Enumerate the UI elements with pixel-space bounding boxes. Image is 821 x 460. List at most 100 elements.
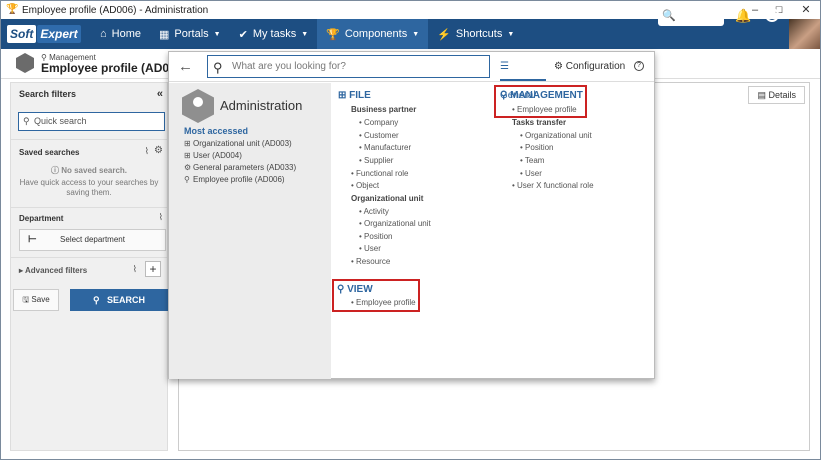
nav-components[interactable]: 🏆 Components ▼ [317, 19, 429, 49]
gear-icon: ⚙ [184, 163, 192, 172]
nav-my-tasks[interactable]: ✔ My tasks ▼ [230, 19, 318, 49]
nav-components-label: Components [344, 28, 408, 40]
nav-shortcuts[interactable]: ⚡ Shortcuts ▼ [428, 19, 523, 49]
most-accessed-item[interactable]: ⚲ Employee profile (AD006) [184, 175, 285, 184]
no-saved-text: No saved search. [61, 166, 128, 175]
broom-icon[interactable]: ⌇ [159, 212, 163, 223]
menu-item-user-x-functional-role[interactable]: • User X functional role [512, 181, 594, 190]
components-dropdown: ← ⚲ What are you looking for? ☰ General … [168, 51, 655, 379]
window-title: Employee profile (AD006) - Administratio… [22, 4, 209, 16]
most-accessed-label-0: Organizational unit (AD003) [193, 139, 292, 148]
plus-box-icon: ⊞ [338, 90, 350, 101]
logo-soft: Soft [7, 25, 37, 43]
search-filters-header: Search filters « [11, 85, 167, 103]
broom-icon[interactable]: ⌇ [145, 146, 149, 157]
nav-shortcuts-label: Shortcuts [455, 28, 503, 40]
menu-item-position[interactable]: • Position [359, 232, 393, 241]
menu-item-label: Position [364, 232, 393, 241]
most-accessed-item[interactable]: ⊞ User (AD004) [184, 151, 242, 160]
menu-item-activity[interactable]: • Activity [359, 207, 389, 216]
app-window: 🏆 Employee profile (AD006) - Administrat… [0, 0, 821, 460]
saved-searches-label: Saved searches [19, 148, 80, 157]
bell-icon[interactable]: 🔔 [735, 8, 751, 24]
lightning-icon: ⚡ [437, 28, 451, 41]
tab-configuration-label: Configuration [565, 61, 626, 72]
most-accessed-label-3: Employee profile (AD006) [193, 175, 285, 184]
help-icon[interactable]: ? [765, 8, 779, 22]
help-icon[interactable]: ? [634, 61, 644, 71]
menu-item-tt-team[interactable]: • Team [520, 156, 544, 165]
quick-search-placeholder: Quick search [34, 116, 87, 126]
management-heading-label: MANAGEMENT [510, 90, 583, 101]
search-icon: ⚲ [92, 295, 103, 305]
menu-item-organizational-unit[interactable]: • Organizational unit [359, 219, 431, 228]
menu-item-label: Employee profile [517, 105, 577, 114]
save-label: Save [31, 295, 50, 304]
menu-item-label: Functional role [356, 169, 409, 178]
menu-item-user[interactable]: • User [359, 244, 381, 253]
menu-group-business-partner: Business partner [351, 105, 417, 114]
menu-item-resource[interactable]: • Resource [351, 257, 390, 266]
menu-item-label: Customer [364, 131, 399, 140]
broom-icon[interactable]: ⌇ [133, 264, 137, 275]
search-icon: ⚲ [23, 116, 30, 126]
most-accessed-item[interactable]: ⚙ General parameters (AD033) [184, 163, 296, 172]
search-button-label: SEARCH [107, 295, 146, 305]
menu-item-label: Activity [363, 207, 389, 216]
menu-item-manufacturer[interactable]: • Manufacturer [359, 143, 411, 152]
grid-icon: ▦ [159, 28, 170, 41]
menu-item-tt-position[interactable]: • Position [520, 143, 554, 152]
nav-portals[interactable]: ▦ Portals ▼ [150, 19, 230, 49]
advanced-filters-section[interactable]: ▸ Advanced filters ⌇ + [11, 257, 167, 281]
select-department-button[interactable]: ⊢ Select department [19, 229, 166, 251]
menu-item-label: User [525, 169, 542, 178]
component-title: Administration [220, 98, 303, 113]
details-label: Details [768, 90, 796, 100]
employee-profile-icon [16, 53, 34, 73]
most-accessed-label-1: User (AD004) [193, 151, 242, 160]
nav-portals-label: Portals [174, 28, 209, 40]
softexpert-logo[interactable]: Soft Expert [7, 23, 81, 45]
menu-item-object[interactable]: • Object [351, 181, 379, 190]
menu-group-organizational-unit: Organizational unit [351, 194, 424, 203]
chevron-down-icon: ▼ [412, 30, 420, 38]
search-button[interactable]: ⚲ SEARCH [70, 289, 168, 311]
list-icon: ☰ [500, 61, 509, 72]
menu-item-customer[interactable]: • Customer [359, 131, 399, 140]
back-arrow-icon[interactable]: ← [178, 58, 193, 75]
dropdown-toolbar: ← ⚲ What are you looking for? ☰ General … [169, 52, 654, 101]
menu-item-label: User X functional role [517, 181, 594, 190]
most-accessed-item[interactable]: ⊞ Organizational unit (AD003) [184, 139, 292, 148]
plus-box-icon: ⊞ [184, 139, 191, 148]
no-saved-hint-1: Have quick access to your searches by [19, 178, 159, 187]
global-search-input[interactable]: 🔍 [658, 7, 724, 26]
menu-item-tt-user[interactable]: • User [520, 169, 542, 178]
nav-home[interactable]: ⌂ Home [91, 19, 150, 49]
gear-icon[interactable]: ⚙ [154, 145, 163, 156]
component-search-input[interactable]: ⚲ What are you looking for? [207, 55, 490, 78]
component-info-panel: Administration Most accessed ⊞ Organizati… [169, 83, 331, 379]
menu-item-label: Team [524, 156, 545, 165]
menu-item-company[interactable]: • Company [359, 118, 398, 127]
gear-icon: ⚙ [554, 61, 566, 72]
advanced-filters-text: Advanced filters [24, 266, 88, 275]
no-saved-hint-2: saving them. [66, 188, 112, 197]
menu-item-employee-profile[interactable]: • Employee profile [512, 105, 577, 114]
avatar[interactable] [789, 19, 820, 49]
add-filter-button[interactable]: + [145, 261, 161, 277]
menu-item-label: Object [356, 181, 380, 190]
pin-icon: ⚲ [500, 90, 511, 101]
save-button[interactable]: 🖫 Save [13, 289, 59, 311]
quick-search-input[interactable]: ⚲ Quick search [18, 112, 165, 131]
close-button[interactable]: ✕ [795, 1, 817, 19]
menu-item-tt-organizational-unit[interactable]: • Organizational unit [520, 131, 592, 140]
search-icon: ⚲ [213, 60, 223, 75]
details-tab[interactable]: ▤ Details [748, 86, 805, 104]
tab-general[interactable]: ☰ General [500, 52, 546, 101]
menu-item-functional-role[interactable]: • Functional role [351, 169, 409, 178]
menu-item-employee-profile-view[interactable]: • Employee profile [351, 298, 416, 307]
tab-configuration[interactable]: ⚙ Configuration [554, 52, 625, 81]
menu-item-supplier[interactable]: • Supplier [359, 156, 393, 165]
collapse-icon[interactable]: « [157, 85, 163, 103]
menu-item-label: User [364, 244, 381, 253]
